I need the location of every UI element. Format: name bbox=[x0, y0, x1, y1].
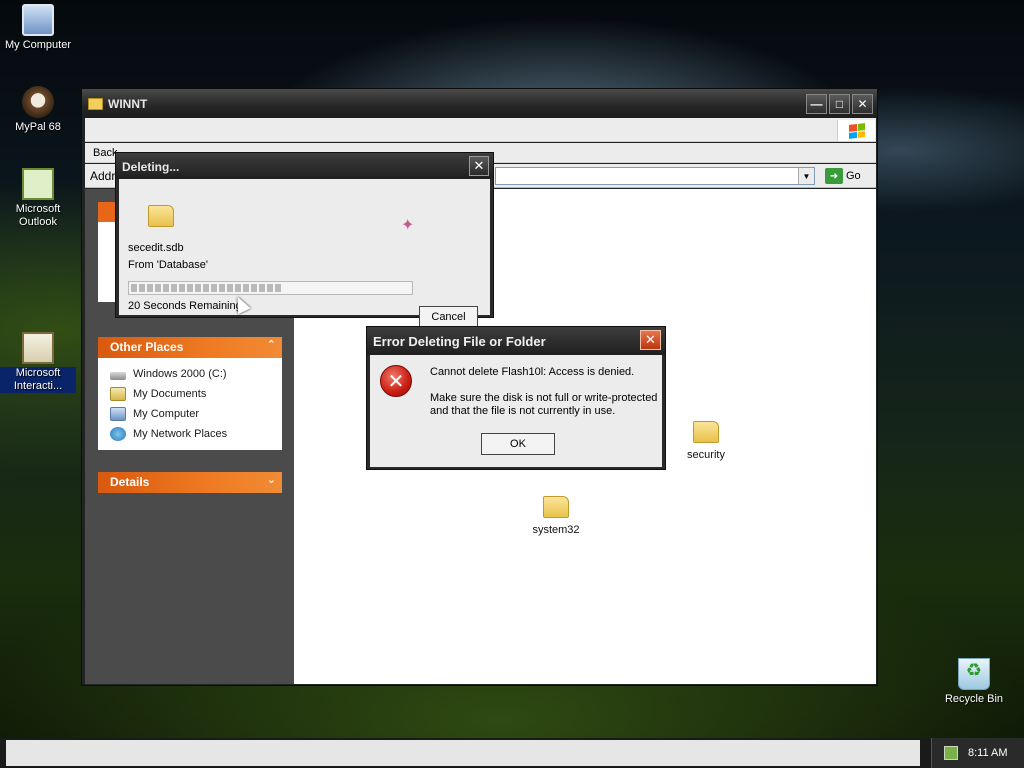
desktop-icon-label: MyPal 68 bbox=[15, 121, 61, 133]
details-header[interactable]: Details ⌄ bbox=[98, 472, 282, 493]
folder-icon bbox=[543, 496, 569, 518]
other-places-header[interactable]: Other Places ⌃ bbox=[98, 337, 282, 358]
error-detail: Make sure the disk is not full or write-… bbox=[430, 392, 658, 417]
minimize-button[interactable]: — bbox=[806, 93, 827, 114]
other-place-windows-drive[interactable]: Windows 2000 (C:) bbox=[110, 364, 282, 384]
cancel-button[interactable]: Cancel bbox=[419, 306, 478, 328]
folder-icon bbox=[148, 205, 174, 227]
other-place-my-computer[interactable]: My Computer bbox=[110, 404, 282, 424]
outlook-icon bbox=[22, 168, 54, 200]
menu-bar bbox=[85, 118, 876, 142]
other-place-network[interactable]: My Network Places bbox=[110, 424, 282, 444]
windows-logo-icon bbox=[837, 120, 875, 141]
collapse-chevron-icon[interactable]: ⌃ bbox=[267, 338, 276, 351]
other-places-list: Windows 2000 (C:) My Documents My Comput… bbox=[98, 358, 282, 450]
error-icon: ✕ bbox=[380, 365, 412, 397]
folder-icon bbox=[88, 97, 103, 110]
close-button[interactable]: ✕ bbox=[852, 93, 873, 114]
deleting-dialog-titlebar[interactable]: Deleting... ✕ bbox=[116, 153, 493, 179]
other-place-label: Windows 2000 (C:) bbox=[133, 368, 227, 380]
other-places-title: Other Places bbox=[110, 340, 184, 354]
delete-progress-bar bbox=[128, 281, 413, 295]
error-dialog: Error Deleting File or Folder ✕ ✕ Cannot… bbox=[366, 326, 666, 470]
desktop-icon-mypal[interactable]: MyPal 68 bbox=[0, 86, 76, 134]
deleting-dialog-body: ✦ secedit.sdb From 'Database' 20 Seconds… bbox=[119, 179, 490, 328]
my-computer-icon bbox=[110, 407, 126, 421]
other-place-label: My Documents bbox=[133, 388, 207, 400]
other-place-label: My Computer bbox=[133, 408, 200, 420]
other-place-my-documents[interactable]: My Documents bbox=[110, 384, 282, 404]
go-arrow-icon: ➜ bbox=[825, 168, 843, 184]
clock[interactable]: 8:11 AM bbox=[968, 747, 1008, 759]
window-titlebar[interactable]: WINNT — □ ✕ bbox=[82, 89, 877, 118]
deleting-dialog: Deleting... ✕ ✦ secedit.sdb From 'Databa… bbox=[115, 152, 494, 328]
deleting-from-text: From 'Database' bbox=[128, 259, 209, 271]
desktop-icon-microsoft-interactive[interactable]: Microsoft Interacti... bbox=[0, 332, 76, 393]
maximize-button[interactable]: □ bbox=[829, 93, 850, 114]
folder-icon bbox=[693, 421, 719, 443]
time-remaining: 20 Seconds Remaining bbox=[128, 300, 242, 312]
expand-chevron-icon[interactable]: ⌄ bbox=[267, 473, 276, 486]
details-section: Details ⌄ bbox=[98, 472, 282, 493]
desktop-icon-my-computer[interactable]: My Computer bbox=[0, 4, 76, 52]
desktop-icon-recycle-bin[interactable]: Recycle Bin bbox=[936, 658, 1012, 706]
error-dialog-body: ✕ Cannot delete Flash10l: Access is deni… bbox=[370, 355, 662, 467]
other-place-label: My Network Places bbox=[133, 428, 228, 440]
mypal-icon bbox=[22, 86, 54, 118]
my-computer-icon bbox=[22, 4, 54, 36]
address-input[interactable]: ▼ bbox=[495, 167, 815, 185]
deleting-dialog-title: Deleting... bbox=[122, 160, 180, 174]
deleting-close-button[interactable]: ✕ bbox=[469, 156, 489, 176]
deleting-file-name: secedit.sdb bbox=[128, 242, 184, 254]
desktop-icon-outlook[interactable]: Microsoft Outlook bbox=[0, 168, 76, 229]
desktop-icon-label: Microsoft Outlook bbox=[15, 203, 61, 228]
chevron-down-icon[interactable]: ▼ bbox=[798, 168, 814, 184]
ok-button[interactable]: OK bbox=[481, 433, 555, 455]
drive-icon bbox=[110, 371, 126, 380]
window-title: WINNT bbox=[108, 96, 148, 111]
error-message: Cannot delete Flash10l: Access is denied… bbox=[430, 366, 635, 378]
progress-fill bbox=[131, 284, 282, 292]
recycle-bin-icon bbox=[958, 658, 990, 690]
error-close-button[interactable]: ✕ bbox=[640, 330, 661, 350]
system-tray: 8:11 AM bbox=[931, 738, 1024, 768]
my-documents-icon bbox=[110, 387, 126, 401]
folder-label: security bbox=[687, 449, 725, 461]
desktop-icon-label: My Computer bbox=[4, 39, 72, 51]
details-title: Details bbox=[110, 475, 150, 489]
network-places-icon bbox=[110, 427, 126, 441]
microsoft-interactive-icon bbox=[22, 332, 54, 364]
go-button[interactable]: ➜ Go bbox=[825, 167, 861, 185]
error-dialog-titlebar[interactable]: Error Deleting File or Folder ✕ bbox=[367, 327, 665, 355]
folder-label: system32 bbox=[532, 524, 580, 536]
other-places-section: Other Places ⌃ Windows 2000 (C:) My Docu… bbox=[98, 337, 282, 450]
error-dialog-title: Error Deleting File or Folder bbox=[373, 334, 546, 349]
desktop-icon-label: Microsoft Interacti... bbox=[0, 367, 76, 393]
delete-animation-icon: ✦ bbox=[401, 217, 415, 234]
desktop-icon-label: Recycle Bin bbox=[944, 693, 1004, 705]
back-button[interactable]: Back bbox=[93, 147, 117, 159]
go-label: Go bbox=[846, 170, 861, 182]
taskbar-button-strip[interactable] bbox=[6, 740, 920, 766]
network-tray-icon[interactable] bbox=[944, 746, 958, 760]
folder-security[interactable]: security bbox=[671, 421, 741, 461]
taskbar: 8:11 AM bbox=[0, 738, 1024, 768]
folder-system32[interactable]: system32 bbox=[521, 496, 591, 536]
